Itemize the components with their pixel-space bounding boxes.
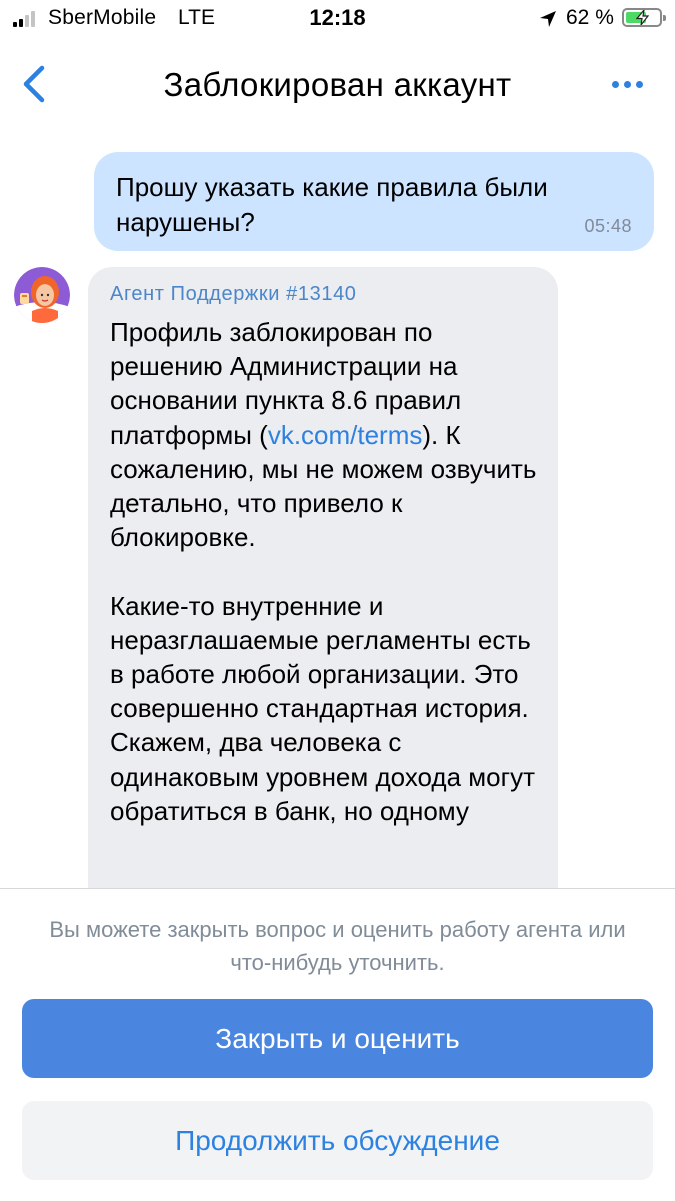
message-text: Прошу указать какие правила были нарушен… [116, 172, 548, 237]
bottom-action-panel: Вы можете закрыть вопрос и оценить работ… [0, 888, 675, 1201]
battery-icon [622, 8, 666, 27]
close-and-rate-button[interactable]: Закрыть и оценить [22, 999, 653, 1078]
message-text: Какие-то внутренние и неразглашаемые рег… [110, 590, 536, 826]
nav-bar: Заблокирован аккаунт [0, 40, 675, 130]
hint-text: Вы можете закрыть вопрос и оценить работ… [49, 917, 626, 975]
incoming-message[interactable]: Агент Поддержки #13140 Профиль заблокиро… [88, 267, 558, 907]
more-dots-icon[interactable] [608, 72, 648, 96]
message-time: 05:48 [584, 216, 632, 236]
message-body: Профиль заблокирован по решению Админист… [110, 315, 550, 828]
page-title: Заблокирован аккаунт [163, 66, 512, 103]
sender-name: Агент Поддержки #13140 [110, 283, 357, 305]
terms-link[interactable]: vk.com/terms [268, 420, 423, 450]
support-agent-avatar-icon[interactable] [14, 267, 70, 323]
battery-percent: 62 % [566, 6, 614, 29]
charging-bolt-icon [636, 10, 650, 25]
location-icon [540, 11, 556, 27]
continue-discussion-button[interactable]: Продолжить обсуждение [22, 1101, 653, 1180]
status-bar: SberMobile LTE 12:18 62 % [0, 0, 675, 40]
outgoing-message[interactable]: Прошу указать какие правила были нарушен… [94, 152, 654, 251]
